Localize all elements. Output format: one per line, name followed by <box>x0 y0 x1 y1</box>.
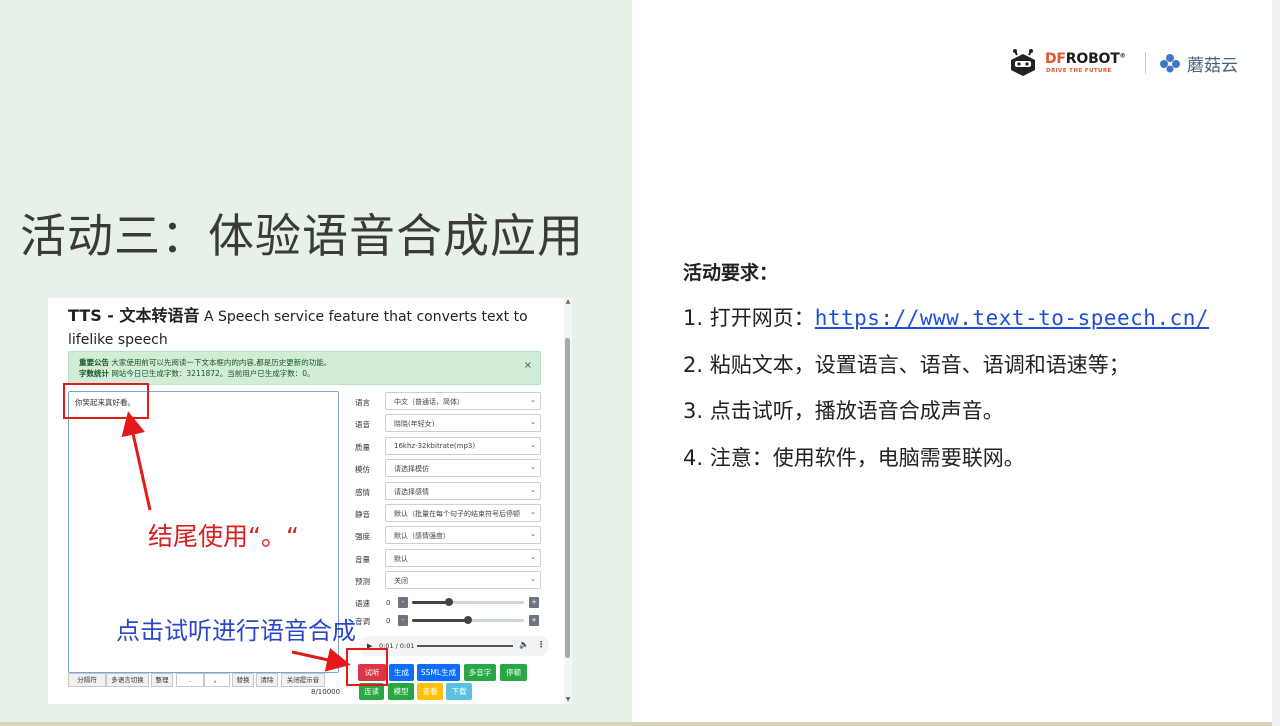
slider-handle[interactable] <box>444 597 453 606</box>
requirement-text: 1. 打开网页： <box>683 306 815 330</box>
predict-select[interactable]: 关闭 ⌄ <box>385 571 541 590</box>
chevron-down-icon: ⌄ <box>530 463 536 472</box>
speed-plus-button[interactable]: + <box>529 596 539 608</box>
bottom-strip <box>0 722 1280 726</box>
speed-minus-button[interactable]: - <box>398 596 408 608</box>
close-icon[interactable]: × <box>524 360 532 371</box>
ssml-generate-button[interactable]: SSML生成 <box>417 664 460 681</box>
scroll-down-icon[interactable]: ▼ <box>564 696 572 704</box>
chevron-down-icon: ⌄ <box>530 552 536 561</box>
close-hint-sound-button[interactable]: 关闭提示音 <box>281 673 325 687</box>
volume-icon[interactable]: 🔈 <box>519 640 529 649</box>
model-button[interactable]: 模型 <box>388 683 414 700</box>
scroll-up-icon[interactable]: ▲ <box>564 298 572 306</box>
form-row-emotion: 感情 请选择感情 ⌄ <box>355 481 543 504</box>
pitch-minus-button[interactable]: - <box>398 614 408 626</box>
form-row-predict: 预测 关闭 ⌄ <box>355 571 543 593</box>
generate-button[interactable]: 生成 <box>389 664 414 681</box>
form-row-intensity: 强度 默认（感情强度） ⌄ <box>355 526 543 548</box>
emotion-select[interactable]: 请选择感情 ⌄ <box>385 481 541 500</box>
voice-select[interactable]: 晓晓(年轻女) ⌄ <box>385 414 541 433</box>
settings-form: 语言 中文（普通话，简体） ⌄ 语音 晓晓(年轻女) ⌄ 质量 16khz-32kb… <box>355 392 543 630</box>
view-button[interactable]: 查看 <box>417 683 443 700</box>
silence-select[interactable]: 默认（批量在每个句子的结束符号后停顿 ⌄ <box>385 503 541 522</box>
textarea-highlight-box <box>63 383 149 419</box>
replace-input[interactable]: 。 <box>204 673 230 687</box>
screenshot-scrollbar[interactable]: ▲ ▼ <box>564 298 572 704</box>
multilang-button[interactable]: 多语言切换 <box>106 673 149 687</box>
pause-button[interactable]: 停顿 <box>500 664 527 681</box>
form-row-imitate: 模仿 请选择模仿 ⌄ <box>355 459 543 481</box>
speed-slider[interactable] <box>412 597 524 606</box>
pitch-plus-button[interactable]: + <box>529 614 539 626</box>
more-options-icon[interactable]: ⋮ <box>537 640 545 649</box>
separator-button[interactable]: 分隔符 <box>68 673 106 687</box>
slide-title: 活动三：体验语音合成应用 <box>20 209 584 263</box>
pitch-slider[interactable] <box>412 615 524 624</box>
dfrobot-tagline: DRIVE THE FUTURE <box>1046 68 1112 74</box>
chevron-down-icon: ⌄ <box>530 396 536 404</box>
requirement-item: 3. 点击试听，播放语音合成声音。 <box>683 399 1004 423</box>
ending-hint-annotation: 结尾使用“。“ <box>148 522 299 551</box>
chevron-down-icon: ⌄ <box>530 485 536 494</box>
requirement-item: 4. 注意：使用软件，电脑需要联网。 <box>683 445 1025 470</box>
form-row-voice: 语音 晓晓(年轻女) ⌄ <box>355 414 543 436</box>
language-select[interactable]: 中文（普通话，简体） ⌄ <box>385 392 541 410</box>
chevron-down-icon: ⌄ <box>530 507 536 516</box>
find-input[interactable]: . <box>176 673 204 687</box>
requirements-list: 1. 打开网页：https://www.text-to-speech.cn/ 2… <box>683 302 1209 488</box>
chevron-down-icon: ⌄ <box>530 575 536 584</box>
robot-logo-icon <box>1011 49 1035 76</box>
volume-select[interactable]: 默认 ⌄ <box>385 548 541 567</box>
requirement-item: 1. 打开网页：https://www.text-to-speech.cn/ <box>683 302 1209 349</box>
replace-button[interactable]: 替换 <box>232 673 254 687</box>
slider-handle[interactable] <box>464 615 472 624</box>
polyphone-button[interactable]: 多音字 <box>464 664 496 681</box>
form-row-language: 语言 中文（普通话，简体） ⌄ <box>355 392 543 414</box>
clear-button[interactable]: 清除 <box>256 673 278 687</box>
character-counter: 8/10000 <box>311 688 341 696</box>
preview-hint-annotation: 点击试听进行语音合成 <box>116 617 356 645</box>
form-row-silence: 静音 默认（批量在每个句子的结束符号后停顿 ⌄ <box>355 503 543 526</box>
imitate-select[interactable]: 请选择模仿 ⌄ <box>385 459 541 478</box>
speed-slider-row: 语速 0 - + <box>355 596 543 612</box>
chevron-down-icon: ⌄ <box>530 530 536 539</box>
mushroom-cloud-logo-icon <box>1160 54 1180 73</box>
intensity-select[interactable]: 默认（感情强度） ⌄ <box>385 526 541 545</box>
chevron-down-icon: ⌄ <box>530 418 536 427</box>
tidy-button[interactable]: 整理 <box>151 673 173 687</box>
requirement-item: 2. 粘贴文本，设置语言、语音、语调和语速等； <box>683 352 1130 377</box>
dfrobot-wordmark: DFROBOT® <box>1045 51 1126 67</box>
form-row-volume: 音量 默认 ⌄ <box>355 548 543 571</box>
form-row-quality: 质量 16khz-32kbitrate(mp3) ⌄ <box>355 436 543 459</box>
quality-select[interactable]: 16khz-32kbitrate(mp3) ⌄ <box>385 436 541 455</box>
pitch-slider-row: 音调 0 - + <box>355 614 543 630</box>
download-button[interactable]: 下载 <box>446 683 472 700</box>
partner-name: 蘑菇云 <box>1187 56 1238 76</box>
chevron-down-icon: ⌄ <box>530 440 536 449</box>
logo-divider <box>1145 52 1146 74</box>
slide: DFROBOT® DRIVE THE FUTURE 蘑菇云 活动三：体验语音合成… <box>0 0 1280 726</box>
right-edge <box>1272 0 1280 726</box>
tts-page-title: TTS - 文本转语音 A Speech service feature tha… <box>68 306 528 348</box>
logo-area: DFROBOT® DRIVE THE FUTURE 蘑菇云 <box>1005 46 1250 80</box>
requirements-heading: 活动要求： <box>683 262 779 284</box>
tts-website-link[interactable]: https://www.text-to-speech.cn/ <box>815 306 1209 330</box>
preview-highlight-box <box>346 648 388 686</box>
notice-alert: 重要公告 大家使用前可以先阅读一下文本框内的内容,都是历史更新的功能。 字数统计… <box>68 351 541 385</box>
audio-progress[interactable] <box>417 645 513 647</box>
scrollbar-thumb[interactable] <box>565 338 570 658</box>
